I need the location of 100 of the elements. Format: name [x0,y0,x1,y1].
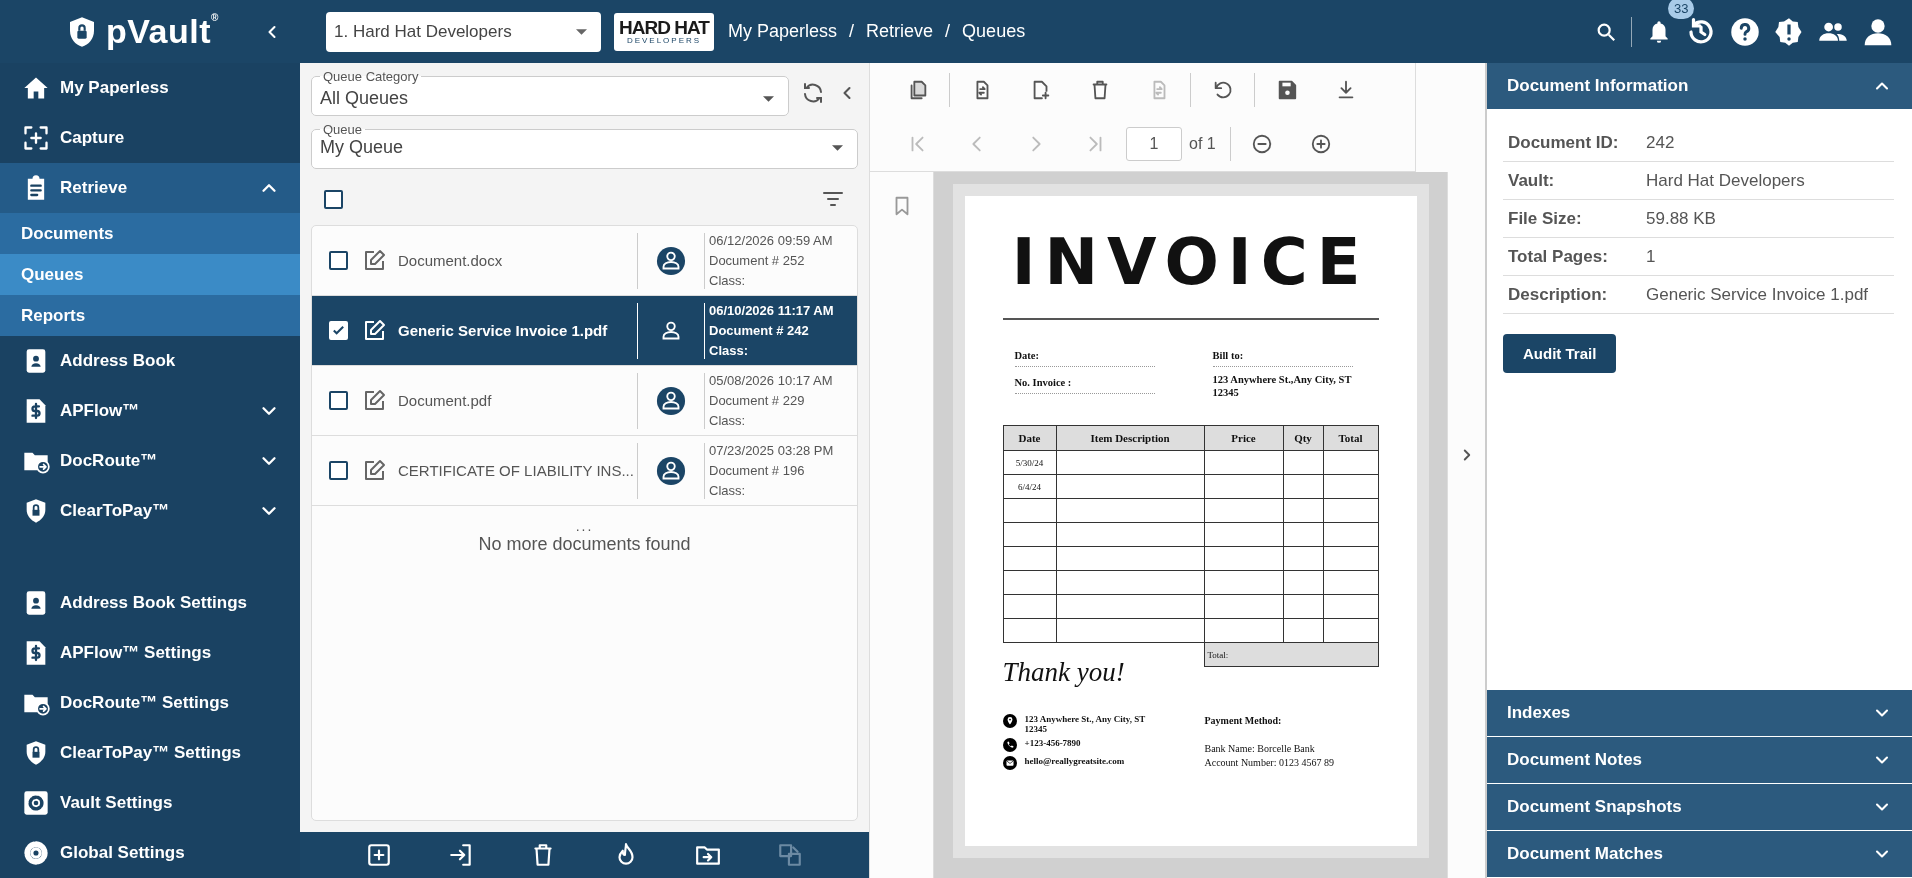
edit-icon[interactable] [362,458,386,483]
accordion-header[interactable]: Document Matches [1487,831,1912,878]
sidebar-item[interactable]: Global Settings [0,828,300,878]
sidebar-item[interactable]: Retrieve [0,163,300,213]
account-number: Account Number: 0123 4567 89 [1204,756,1334,770]
company-logo: HARD HAT DEVELOPERS [614,12,714,51]
sidebar-item[interactable]: ClearToPay™ [0,486,300,536]
date-label: Date: [1014,350,1155,367]
field-value: 1 [1646,246,1656,267]
sidebar-subitem[interactable]: Documents [0,213,300,254]
sidebar-item[interactable]: Vault Settings [0,778,300,828]
accordion-header[interactable]: Document Snapshots [1487,784,1912,831]
field-label: Document ID: [1507,132,1620,153]
location-pin-icon [1002,714,1017,728]
history-button[interactable] [1686,16,1716,47]
ellipsis-text: ... [575,518,594,534]
sidebar-item[interactable]: My Paperless [0,63,300,113]
plus-square-button[interactable] [366,842,393,868]
vault-select[interactable]: 1. Hard Hat Developers [326,11,601,52]
page-number-field[interactable]: 1 [1126,127,1182,161]
user-avatar-icon [656,385,686,416]
queue-select[interactable]: Queue My Queue [311,122,858,169]
breadcrumb-separator: / [849,21,855,42]
sidebar-subitem[interactable]: Queues [0,254,300,295]
bank-name: Bank Name: Borcelle Bank [1204,742,1316,756]
mail-icon [1002,756,1017,770]
document-name: Generic Service Invoice 1.pdf [398,322,609,339]
field-value: Generic Service Invoice 1.pdf [1646,284,1869,305]
queue-category-select[interactable]: Queue Category All Queues [311,69,789,116]
page-total: of 1 [1189,135,1216,153]
document-number: Document # 252 [709,251,806,270]
checkbox[interactable] [329,461,348,480]
document-row[interactable]: Document.pdf 05/08/2026 10:17 AM Document # 229 Class: [312,366,857,436]
sidebar-item[interactable]: DocRoute™ Settings [0,678,300,728]
checkbox[interactable] [329,251,348,270]
column-header: Qty [1283,425,1323,451]
document-name: CERTIFICATE OF LIABILITY INS... [398,462,635,479]
caret-icon [576,28,587,35]
sidebar-item[interactable]: DocRoute™ [0,436,300,486]
edit-icon[interactable] [362,248,386,273]
edit-icon[interactable] [362,388,386,413]
sidebar-item[interactable]: Address Book Settings [0,578,300,628]
invoice-number-label: No. Invoice : [1014,377,1155,394]
breadcrumb-link[interactable]: Queues [962,21,1026,42]
sidebar-subitem[interactable]: Reports [0,295,300,336]
invoice-title: INVOICE [1010,230,1371,294]
select-all-checkbox[interactable] [324,189,343,209]
table-cell: 6/4/24 [1003,474,1056,499]
field-label: Total Pages: [1507,246,1609,267]
sidebar-item[interactable]: APFlow™ Settings [0,628,300,678]
field-value: 242 [1646,132,1675,153]
gear-square-icon [22,789,50,817]
document-row[interactable]: Generic Service Invoice 1.pdf 06/10/2026 11:17 AM Document # 242 Class: [312,296,857,366]
checkbox[interactable] [329,391,348,410]
sidebar-item[interactable]: Address Book [0,336,300,386]
refresh-button[interactable] [801,80,825,105]
help-button[interactable] [1730,16,1760,47]
phone-icon [1002,738,1017,752]
breadcrumb-link[interactable]: My Paperless [728,21,838,42]
column-header: Item Description [1056,425,1204,451]
field-label: Description: [1507,284,1609,305]
document-number: Document # 242 [709,321,810,340]
zoom-out-icon [1251,133,1274,155]
total-cell: Total: [1204,642,1378,667]
contact-phone: +123-456-7890 [1024,738,1082,748]
split-squares-icon [776,842,803,868]
bill-to-label: Bill to: [1212,350,1353,367]
sidebar-item[interactable]: APFlow™ [0,386,300,436]
alert-button[interactable] [1774,16,1804,47]
accordion-header[interactable]: Document Notes [1487,737,1912,784]
document-class: Class: [709,481,747,500]
sidebar-item[interactable]: Capture [0,113,300,163]
notification-count-badge: 33 [1668,0,1695,19]
document-date: 07/23/2025 03:28 PM [709,441,835,460]
breadcrumb-separator: / [945,21,951,42]
field-label: File Size: [1507,208,1583,229]
accordion-header[interactable]: Document Information [1487,63,1912,110]
document-number: Document # 229 [709,391,806,410]
document-name: Document.pdf [398,392,493,409]
caret-icon [763,95,774,102]
user-avatar-icon [656,245,686,276]
accordion-header[interactable]: Indexes [1487,690,1912,737]
breadcrumb-link[interactable]: Retrieve [866,21,934,42]
edit-icon[interactable] [362,318,386,343]
empty-message: No more documents found [478,534,691,555]
checkmark-icon [331,323,346,338]
document-row[interactable]: CERTIFICATE OF LIABILITY INS... 07/23/2025 03:28 PM Document # 196 Class: [312,436,857,506]
document-class: Class: [709,341,750,360]
field-value: 59.88 KB [1646,208,1716,229]
zoom-in-icon [1310,133,1333,155]
document-number: Document # 196 [709,461,806,480]
sidebar-item[interactable]: ClearToPay™ Settings [0,728,300,778]
contact-address: 123 Anywhere St., Any City, ST 12345 [1024,714,1147,734]
document-date: 06/10/2026 11:17 AM [709,301,835,320]
document-class: Class: [709,411,747,430]
document-date: 05/08/2026 10:17 AM [709,371,834,390]
payment-heading: Payment Method: [1204,714,1283,728]
document-name: Document.docx [398,252,504,269]
column-header: Total [1323,425,1378,451]
audit-trail-button[interactable]: Audit Trail [1503,334,1617,373]
